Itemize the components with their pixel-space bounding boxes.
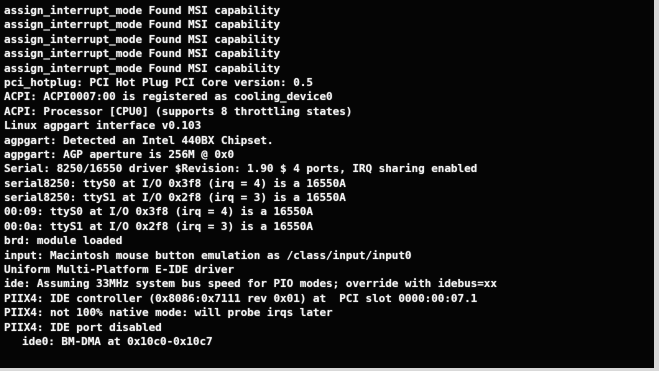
log-line: assign_interrupt_mode Found MSI capabili…	[4, 47, 281, 61]
log-line: pci_hotplug: PCI Hot Plug PCI Core versi…	[4, 75, 313, 89]
log-line: ide0: BM-DMA at 0x10c0-0x10c7	[22, 334, 213, 348]
log-line: serial8250: ttyS0 at I/O 0x3f8 (irq = 4)…	[4, 176, 346, 190]
log-line: assign_interrupt_mode Found MSI capabili…	[4, 18, 281, 32]
boot-console: assign_interrupt_mode Found MSI capabili…	[0, 0, 654, 368]
log-line: agpgart: AGP aperture is 256M @ 0x0	[4, 147, 235, 161]
log-line: ide: Assuming 33MHz system bus speed for…	[4, 277, 497, 291]
log-line: PIIX4: IDE controller (0x8086:0x7111 rev…	[4, 291, 478, 305]
log-line: assign_interrupt_mode Found MSI capabili…	[4, 32, 281, 46]
log-line: agpgart: Detected an Intel 440BX Chipset…	[4, 133, 274, 147]
log-line: PIIX4: not 100% native mode: will probe …	[4, 306, 333, 320]
log-line: input: Macintosh mouse button emulation …	[4, 248, 412, 262]
log-line: assign_interrupt_mode Found MSI capabili…	[4, 61, 281, 75]
log-line: PIIX4: IDE port disabled	[4, 320, 162, 334]
kernel-log: assign_interrupt_mode Found MSI capabili…	[4, 4, 497, 349]
log-line: ACPI: ACPI0007:00 is registered as cooli…	[4, 90, 333, 104]
screenshot-frame: assign_interrupt_mode Found MSI capabili…	[0, 0, 659, 371]
log-line: assign_interrupt_mode Found MSI capabili…	[4, 4, 281, 17]
log-line: ACPI: Processor [CPU0] (supports 8 throt…	[4, 104, 353, 118]
log-line: serial8250: ttyS1 at I/O 0x2f8 (irq = 3)…	[4, 191, 346, 205]
log-line: Linux agpgart interface v0.103	[4, 119, 202, 133]
log-line: 00:09: ttyS0 at I/O 0x3f8 (irq = 4) is a…	[4, 205, 313, 219]
log-line: Uniform Multi-Platform E-IDE driver	[4, 263, 235, 277]
log-line: 00:0a: ttyS1 at I/O 0x2f8 (irq = 3) is a…	[4, 219, 313, 233]
log-line: Serial: 8250/16550 driver $Revision: 1.9…	[4, 162, 478, 176]
log-line: brd: module loaded	[4, 234, 123, 248]
